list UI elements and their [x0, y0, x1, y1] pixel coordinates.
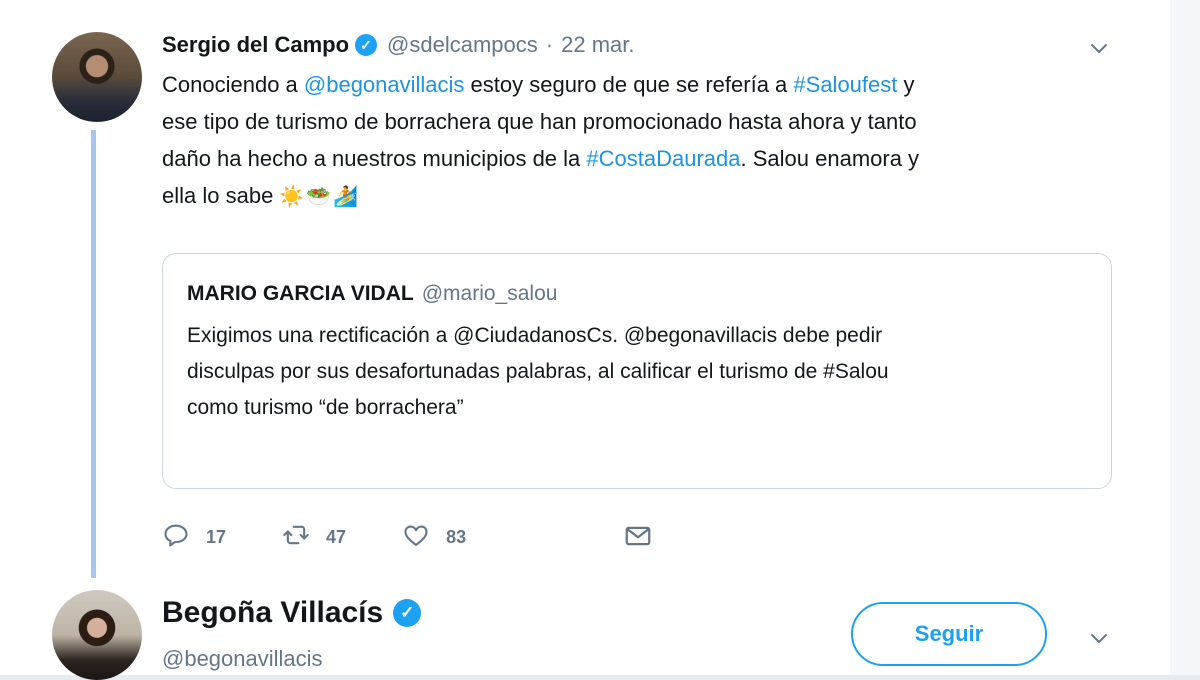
tweet-header: Sergio del Campo ✓ @sdelcampocs · 22 mar…	[162, 29, 634, 61]
author-name[interactable]: Sergio del Campo	[162, 32, 349, 58]
like-count: 83	[446, 526, 467, 547]
hashtag-link[interactable]: #Saloufest	[793, 72, 897, 97]
separator-dot: ·	[545, 32, 554, 57]
text-segment: y	[897, 72, 915, 97]
profile-name-row: Begoña Villacís ✓	[162, 596, 422, 630]
profile-handle[interactable]: @begonavillacis	[162, 646, 323, 672]
text-segment: ese tipo de turismo de borrachera que ha…	[162, 109, 917, 134]
text-segment: estoy seguro de que se refería a	[464, 72, 794, 97]
follow-button[interactable]: Seguir	[851, 602, 1047, 666]
text-segment: ella lo sabe	[162, 183, 280, 208]
tweet-text: Conociendo a @begonavillacis estoy segur…	[162, 66, 1112, 216]
quoted-tweet[interactable]: MARIO GARCIA VIDAL @mario_salou Exigimos …	[162, 253, 1112, 489]
verified-badge-icon: ✓	[393, 599, 422, 627]
quoted-author-handle: @mario_salou	[421, 282, 558, 305]
direct-message-button[interactable]	[623, 521, 653, 556]
heart-icon	[402, 521, 430, 554]
profile-avatar[interactable]	[52, 590, 142, 680]
tweet-text-line: ella lo sabe ☀️🥗🏄	[162, 177, 1112, 216]
tweet-text-line: daño ha hecho a nuestros municipios de l…	[162, 140, 1112, 177]
retweet-button[interactable]: 47	[282, 521, 346, 554]
tweet-text-line: ese tipo de turismo de borrachera que ha…	[162, 103, 1112, 140]
retweet-count: 47	[326, 526, 347, 547]
verified-badge-icon: ✓	[355, 34, 378, 56]
tweet-date[interactable]: 22 mar.	[561, 32, 634, 58]
text-segment: Conociendo a	[162, 72, 304, 97]
thread-connector-line	[91, 130, 96, 578]
author-avatar[interactable]	[52, 32, 142, 122]
quoted-text-line: como turismo “de borrachera”	[187, 396, 464, 419]
reply-button[interactable]: 17	[162, 521, 226, 554]
author-handle[interactable]: @sdelcampocs	[387, 32, 538, 58]
reply-count: 17	[206, 526, 227, 547]
reply-icon	[162, 521, 190, 554]
quoted-author-name: MARIO GARCIA VIDAL	[187, 282, 414, 305]
quoted-text-line: disculpas por sus desafortunadas palabra…	[187, 360, 889, 383]
text-segment: daño ha hecho a nuestros municipios de l…	[162, 146, 587, 171]
profile-name[interactable]: Begoña Villacís	[162, 596, 383, 630]
emoji-sequence: ☀️🥗🏄	[279, 186, 361, 208]
chevron-down-icon[interactable]	[1089, 628, 1109, 648]
tweet-text-line: Conociendo a @begonavillacis estoy segur…	[162, 66, 1112, 103]
quoted-text-line: Exigimos una rectificación a @Ciudadanos…	[187, 324, 883, 347]
tweet-card: Sergio del Campo ✓ @sdelcampocs · 22 mar…	[0, 0, 1170, 680]
like-button[interactable]: 83	[402, 521, 466, 554]
envelope-icon	[623, 526, 653, 555]
text-segment: . Salou enamora y	[740, 146, 920, 171]
quoted-header: MARIO GARCIA VIDAL @mario_salou	[187, 282, 557, 306]
mention-link[interactable]: @begonavillacis	[304, 72, 465, 97]
right-sidebar-edge	[1170, 0, 1200, 675]
quoted-text: Exigimos una rectificación a @Ciudadanos…	[187, 318, 1087, 426]
tweet-actions: 17 47 83	[162, 517, 522, 557]
chevron-down-icon[interactable]	[1089, 38, 1109, 58]
retweet-icon	[282, 521, 310, 554]
hashtag-link[interactable]: #CostaDaurada	[586, 146, 740, 171]
